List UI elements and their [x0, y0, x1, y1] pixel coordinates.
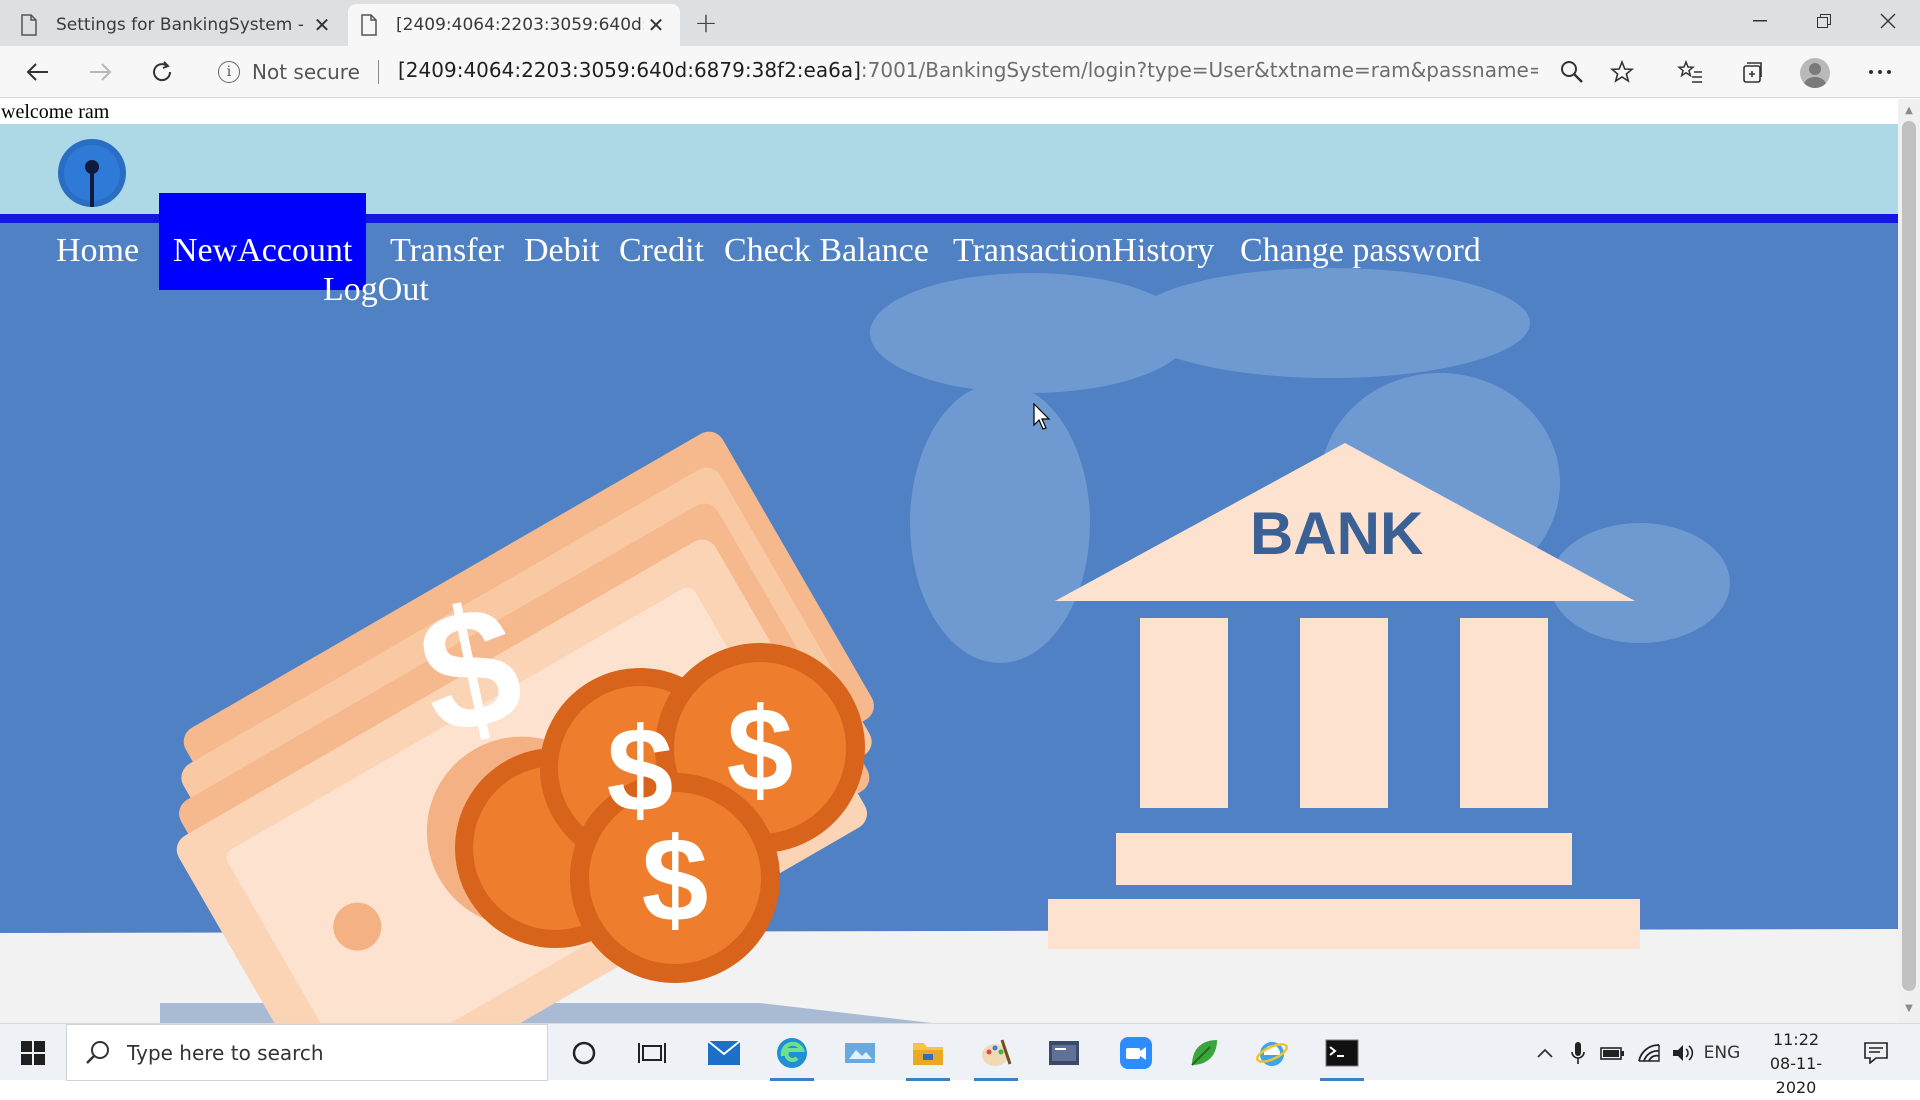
star-icon: [1610, 60, 1634, 83]
url-host: [2409:4064:2203:3059:640d:6879:38f2:ea6a…: [398, 58, 861, 82]
svg-text:$: $: [727, 683, 794, 817]
zoom-icon[interactable]: [1112, 1030, 1160, 1076]
start-button[interactable]: [0, 1024, 66, 1081]
nav-home[interactable]: Home: [56, 231, 139, 271]
nav-credit[interactable]: Credit: [619, 231, 704, 271]
clock-time: 11:22: [1772, 1030, 1820, 1049]
reload-button[interactable]: [144, 54, 180, 90]
collections-icon: [1743, 62, 1762, 83]
url-path: :7001/BankingSystem/login?type=User&txtn…: [860, 58, 1538, 82]
page-icon: [361, 14, 377, 36]
action-center-icon: [1864, 1041, 1888, 1064]
wifi-icon[interactable]: [1632, 1024, 1666, 1081]
browser-tab-bar: Settings for BankingSystem - ba ✕ [2409:…: [0, 0, 1920, 46]
restore-icon: [1817, 14, 1831, 28]
notifications-button[interactable]: [1856, 1024, 1896, 1081]
file-explorer-icon[interactable]: [904, 1030, 952, 1081]
close-tab-icon[interactable]: ✕: [310, 13, 334, 37]
forward-button[interactable]: [82, 54, 118, 90]
terminal-window-icon[interactable]: [1040, 1030, 1088, 1076]
leaf-app-icon[interactable]: [1180, 1030, 1228, 1076]
address-divider: [378, 60, 379, 84]
favorites-icon: [1677, 60, 1702, 83]
chevron-up-icon: [1537, 1048, 1553, 1058]
page-icon: [21, 14, 37, 36]
bank-logo: [58, 139, 126, 207]
zoom-button[interactable]: [1554, 54, 1590, 90]
forward-arrow-icon: [90, 63, 112, 81]
show-hidden-icons-button[interactable]: [1530, 1024, 1560, 1081]
mail-icon[interactable]: [700, 1030, 748, 1076]
nav-change-password[interactable]: Change password: [1240, 231, 1481, 271]
reload-icon: [153, 61, 172, 82]
svg-text:$: $: [642, 813, 709, 947]
nav-logout[interactable]: LogOut: [323, 270, 429, 310]
back-arrow-icon: [26, 63, 48, 81]
edge-icon[interactable]: [768, 1030, 816, 1081]
info-icon: i: [218, 61, 240, 83]
collections-button[interactable]: [1734, 54, 1770, 90]
welcome-message: welcome ram: [1, 101, 110, 123]
volume-icon[interactable]: [1666, 1024, 1700, 1081]
command-prompt-icon[interactable]: [1318, 1030, 1366, 1081]
scroll-up-icon[interactable]: ▲: [1903, 105, 1915, 117]
search-placeholder: Type here to search: [127, 1040, 324, 1065]
more-dots-icon: [1869, 70, 1891, 74]
security-label: Not secure: [252, 60, 360, 84]
search-icon: [86, 1040, 109, 1064]
language-indicator[interactable]: ENG: [1700, 1024, 1744, 1081]
nav-debit[interactable]: Debit: [524, 231, 600, 271]
minimize-button[interactable]: [1728, 0, 1792, 42]
favorites-list-button[interactable]: [1672, 54, 1708, 90]
scrollbar-thumb[interactable]: [1902, 121, 1916, 991]
bank-sign: BANK: [1250, 500, 1424, 567]
browser-toolbar: i Not secure [2409:4064:2203:3059:640d:6…: [0, 46, 1920, 98]
favorite-button[interactable]: [1604, 54, 1640, 90]
windows-taskbar: Type here to search ENG 11:22 08-11-2020: [0, 1023, 1920, 1097]
close-window-button[interactable]: [1856, 0, 1920, 42]
nav-check-balance[interactable]: Check Balance: [724, 231, 929, 271]
photos-icon[interactable]: [836, 1030, 884, 1076]
url-field[interactable]: [2409:4064:2203:3059:640d:6879:38f2:ea6a…: [398, 58, 1538, 82]
back-button[interactable]: [20, 54, 56, 90]
restore-button[interactable]: [1792, 0, 1856, 42]
site-info-button[interactable]: i Not secure: [218, 60, 360, 84]
tab-title: Settings for BankingSystem - ba: [56, 15, 310, 35]
close-tab-icon[interactable]: ✕: [644, 13, 668, 37]
settings-menu-button[interactable]: [1862, 54, 1898, 90]
minimize-icon: [1753, 20, 1767, 22]
tab-settings[interactable]: Settings for BankingSystem - ba ✕: [8, 4, 346, 46]
nav-transaction-history[interactable]: TransactionHistory: [953, 231, 1214, 271]
internet-explorer-icon[interactable]: [1248, 1030, 1296, 1076]
tab-banking-login[interactable]: [2409:4064:2203:3059:640d:687¹ ✕: [348, 4, 680, 46]
hero-banking-illustration: $ $ $ $: [0, 223, 1898, 1023]
taskbar-search[interactable]: Type here to search: [66, 1024, 548, 1081]
scroll-down-icon[interactable]: ▼: [1903, 1003, 1915, 1015]
system-clock[interactable]: 11:22 08-11-2020: [1750, 1028, 1842, 1100]
close-icon: [1880, 13, 1896, 29]
mouse-cursor-icon: [1033, 403, 1051, 430]
paint-icon[interactable]: [972, 1030, 1020, 1081]
page-viewport: welcome ram $ $ $ $ BANK Home NewAccount…: [0, 99, 1898, 1023]
profile-avatar[interactable]: [1800, 58, 1830, 88]
task-view-icon[interactable]: [628, 1030, 676, 1076]
cortana-icon[interactable]: [560, 1030, 608, 1076]
battery-icon[interactable]: [1596, 1024, 1630, 1081]
nav-transfer[interactable]: Transfer: [390, 231, 504, 271]
microphone-icon[interactable]: [1564, 1024, 1592, 1081]
tab-title: [2409:4064:2203:3059:640d:687¹: [396, 15, 644, 35]
magnifier-icon: [1561, 61, 1583, 83]
clock-date: 08-11-2020: [1769, 1054, 1823, 1097]
windows-logo-icon: [21, 1040, 45, 1065]
new-tab-button[interactable]: +: [690, 6, 722, 39]
page-scrollbar[interactable]: ▲ ▼: [1898, 99, 1920, 1023]
